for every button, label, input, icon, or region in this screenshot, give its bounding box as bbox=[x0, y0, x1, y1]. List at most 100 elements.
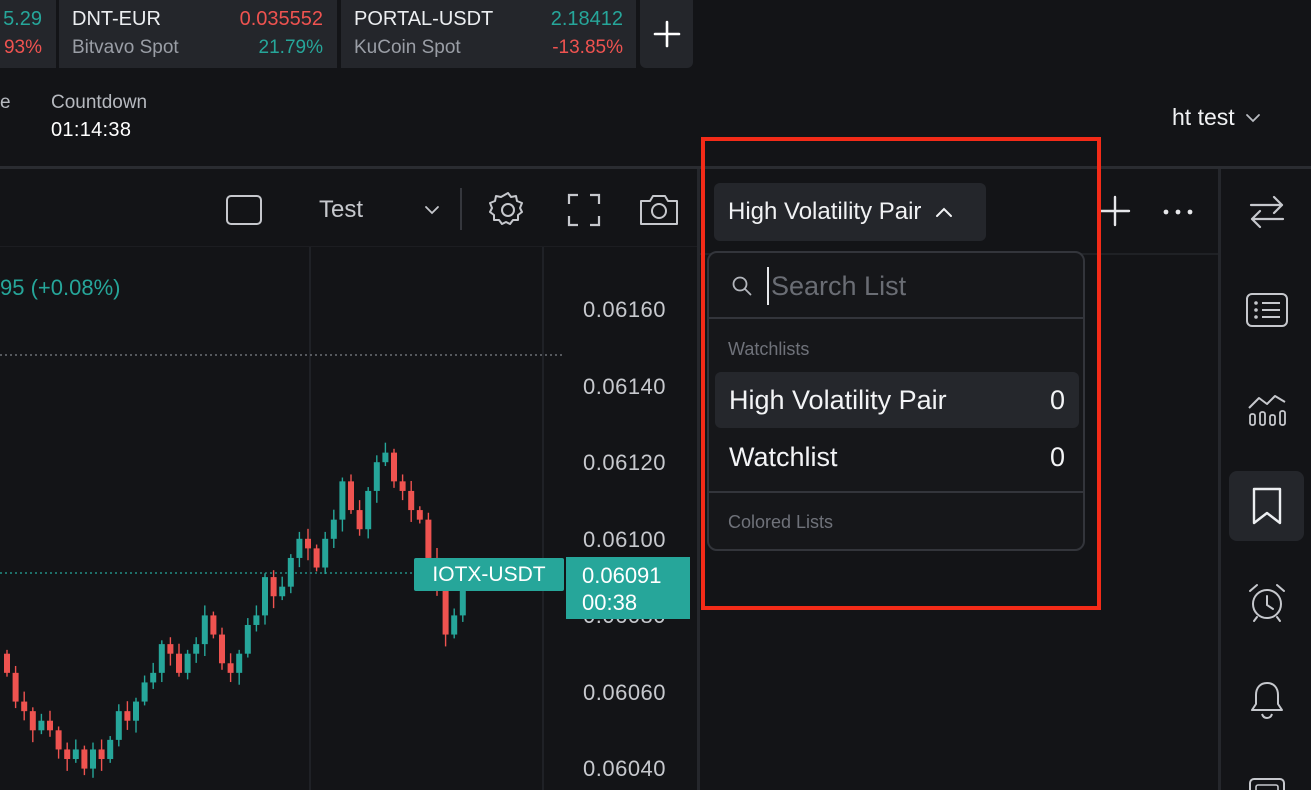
swap-icon bbox=[1249, 195, 1284, 229]
candle-body bbox=[287, 557, 294, 587]
candle-body bbox=[47, 720, 53, 731]
layout-dropdown-button[interactable] bbox=[418, 198, 446, 222]
more-options-button[interactable] bbox=[1160, 197, 1196, 227]
ticker-price: 5.29 bbox=[3, 8, 42, 30]
price-chart[interactable] bbox=[0, 247, 698, 790]
ticker-symbol: DNT-EUR bbox=[72, 8, 161, 30]
candle-body bbox=[176, 653, 182, 673]
add-ticker-button[interactable] bbox=[640, 0, 693, 68]
ticker-exchange: KuCoin Spot bbox=[354, 37, 461, 58]
more-horizontal-icon bbox=[1163, 209, 1193, 215]
layout-name[interactable]: Test bbox=[319, 196, 363, 224]
candle-body bbox=[12, 672, 19, 702]
rectangle-icon bbox=[226, 195, 262, 225]
candle-body bbox=[339, 481, 346, 520]
candle-body bbox=[279, 586, 286, 597]
gear-icon bbox=[489, 192, 523, 225]
candle-body bbox=[451, 615, 458, 635]
current-price-tag: 0.06091 00:38 bbox=[566, 557, 690, 619]
list-icon bbox=[1245, 293, 1288, 327]
candle-body bbox=[296, 538, 303, 558]
candle-body bbox=[322, 538, 329, 568]
candle-body bbox=[4, 653, 10, 673]
candle-body bbox=[356, 510, 363, 530]
price-change-label: 95 (+0.08%) bbox=[0, 275, 121, 300]
candle-body bbox=[365, 490, 372, 530]
candle-body bbox=[115, 711, 122, 740]
chart-settings-button[interactable] bbox=[486, 188, 530, 232]
price-axis-label: 0.06100 bbox=[583, 527, 667, 552]
bell-icon bbox=[1250, 682, 1283, 720]
ticker-change: 93% bbox=[3, 37, 42, 58]
symbol-price-tag: IOTX-USDT bbox=[414, 558, 564, 591]
bar-countdown: 00:38 bbox=[582, 590, 638, 615]
candle-body bbox=[55, 730, 62, 750]
ticker-change: 21.79% bbox=[258, 37, 323, 58]
candle-body bbox=[150, 672, 157, 683]
bookmark-icon bbox=[1252, 487, 1281, 525]
chart-icon bbox=[1247, 395, 1286, 426]
plus-icon bbox=[1099, 195, 1131, 227]
candle-body bbox=[236, 653, 243, 673]
sidebar-alerts-button[interactable] bbox=[1229, 665, 1304, 735]
price-axis-label: 0.06140 bbox=[583, 374, 667, 399]
candle-body bbox=[72, 749, 79, 760]
candle-body bbox=[253, 615, 260, 625]
candlestick-plot bbox=[0, 247, 565, 790]
screen-icon bbox=[1248, 778, 1285, 790]
candle-body bbox=[141, 682, 148, 702]
sidebar-trade-button[interactable] bbox=[1229, 177, 1304, 247]
fullscreen-icon bbox=[567, 193, 601, 227]
candle-body bbox=[81, 749, 88, 769]
candle-body bbox=[64, 749, 71, 760]
sidebar-watchlist-button[interactable] bbox=[1229, 275, 1304, 345]
candle-body bbox=[348, 481, 354, 511]
candle-body bbox=[193, 644, 200, 654]
candle-body bbox=[270, 577, 277, 597]
candle-body bbox=[244, 624, 251, 654]
chevron-down-icon bbox=[425, 206, 439, 215]
sidebar-bookmarks-button[interactable] bbox=[1229, 471, 1304, 541]
candle-body bbox=[201, 615, 208, 645]
candle-body bbox=[98, 749, 105, 760]
candle-body bbox=[210, 615, 217, 635]
sidebar-indicators-button[interactable] bbox=[1229, 373, 1304, 443]
camera-icon bbox=[640, 195, 678, 225]
chevron-down-icon bbox=[1245, 113, 1260, 122]
ticker-item-portal-usdt[interactable]: PORTAL-USDT KuCoin Spot 2.18412 -13.85% bbox=[341, 0, 636, 68]
price-axis-label: 0.06160 bbox=[583, 297, 667, 322]
highlight-box bbox=[701, 137, 1101, 610]
ticker-price: 2.18412 bbox=[550, 8, 623, 30]
current-price: 0.06091 bbox=[582, 563, 662, 588]
candle-body bbox=[391, 452, 397, 482]
fullscreen-button[interactable] bbox=[564, 190, 604, 230]
ticker-item-dnt-eur[interactable]: DNT-EUR Bitvavo Spot 0.035552 21.79% bbox=[59, 0, 337, 68]
candle-body bbox=[408, 490, 415, 511]
candle-body bbox=[124, 711, 131, 721]
countdown-value: 01:14:38 bbox=[51, 119, 132, 141]
toolbar-separator bbox=[460, 188, 462, 230]
alarm-icon bbox=[1248, 584, 1285, 622]
candle-body bbox=[107, 739, 114, 760]
candle-body bbox=[399, 481, 406, 491]
sidebar-screen-button[interactable] bbox=[1229, 763, 1304, 790]
candle-body bbox=[305, 538, 311, 549]
ticker-price: 0.035552 bbox=[239, 8, 323, 30]
candle-body bbox=[373, 462, 380, 491]
add-symbol-button[interactable] bbox=[1097, 193, 1133, 229]
candle-body bbox=[90, 749, 96, 769]
candle-body bbox=[219, 634, 225, 664]
account-menu[interactable]: ht test bbox=[1172, 104, 1261, 131]
sidebar-alarm-button[interactable] bbox=[1229, 567, 1304, 637]
ticker-exchange: Bitvavo Spot bbox=[72, 37, 179, 58]
ticker-item-partial[interactable]: 5.29 93% bbox=[0, 0, 56, 68]
plus-icon bbox=[653, 20, 680, 48]
price-axis-label: 0.06120 bbox=[583, 450, 667, 475]
candle-body bbox=[382, 452, 389, 463]
stat-label-partial: e bbox=[0, 92, 11, 113]
candle-body bbox=[184, 653, 191, 673]
candle-body bbox=[425, 519, 432, 558]
rectangle-tool-button[interactable] bbox=[222, 190, 266, 230]
candle-body bbox=[262, 577, 268, 616]
screenshot-button[interactable] bbox=[636, 190, 682, 230]
